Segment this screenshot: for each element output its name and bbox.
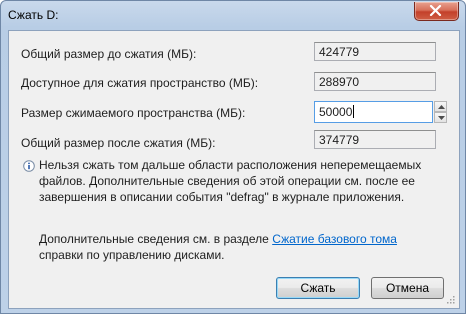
spin-down-button[interactable] bbox=[434, 112, 447, 123]
more-info-text: Дополнительные сведения см. в разделе Сж… bbox=[39, 231, 439, 263]
info-icon bbox=[23, 160, 35, 172]
shrink-amount-value: 50000 bbox=[319, 105, 353, 119]
help-link-shrink-basic-volume[interactable]: Сжатие базового тома bbox=[272, 232, 397, 246]
total-before-label: Общий размер до сжатия (МБ): bbox=[21, 47, 197, 61]
shrink-amount-input[interactable]: 50000 bbox=[314, 101, 433, 123]
dialog-body: Общий размер до сжатия (МБ): 424779 Дост… bbox=[8, 30, 460, 309]
close-button[interactable] bbox=[414, 2, 459, 21]
spin-buttons bbox=[434, 101, 447, 123]
title-bar[interactable]: Сжать D: bbox=[1, 1, 465, 29]
resize-grip-icon[interactable] bbox=[445, 294, 455, 304]
dialog-window: Сжать D: Общий размер до сжатия (МБ): 42… bbox=[0, 0, 466, 314]
total-before-value: 424779 bbox=[314, 42, 436, 61]
more-info-prefix: Дополнительные сведения см. в разделе bbox=[39, 232, 273, 246]
spin-up-button[interactable] bbox=[434, 101, 447, 112]
total-after-label: Общий размер после сжатия (МБ): bbox=[21, 136, 216, 150]
text-caret bbox=[353, 105, 355, 118]
available-value: 288970 bbox=[314, 72, 436, 91]
close-icon bbox=[429, 5, 442, 16]
arrow-up-icon bbox=[438, 105, 445, 109]
shrink-button[interactable]: Сжать bbox=[276, 277, 360, 299]
window-title: Сжать D: bbox=[8, 8, 59, 22]
more-info-suffix: справки по управлению дисками. bbox=[39, 248, 225, 262]
available-label: Доступное для сжатия пространство (МБ): bbox=[21, 76, 259, 90]
info-message: Нельзя сжать том дальше области располож… bbox=[39, 158, 422, 204]
shrink-amount-label: Размер сжимаемого пространства (МБ): bbox=[21, 106, 246, 120]
total-after-value: 374779 bbox=[314, 130, 436, 149]
shrink-amount-stepper[interactable]: 50000 bbox=[314, 101, 448, 123]
cancel-button[interactable]: Отмена bbox=[371, 277, 444, 299]
arrow-down-icon bbox=[438, 116, 445, 120]
